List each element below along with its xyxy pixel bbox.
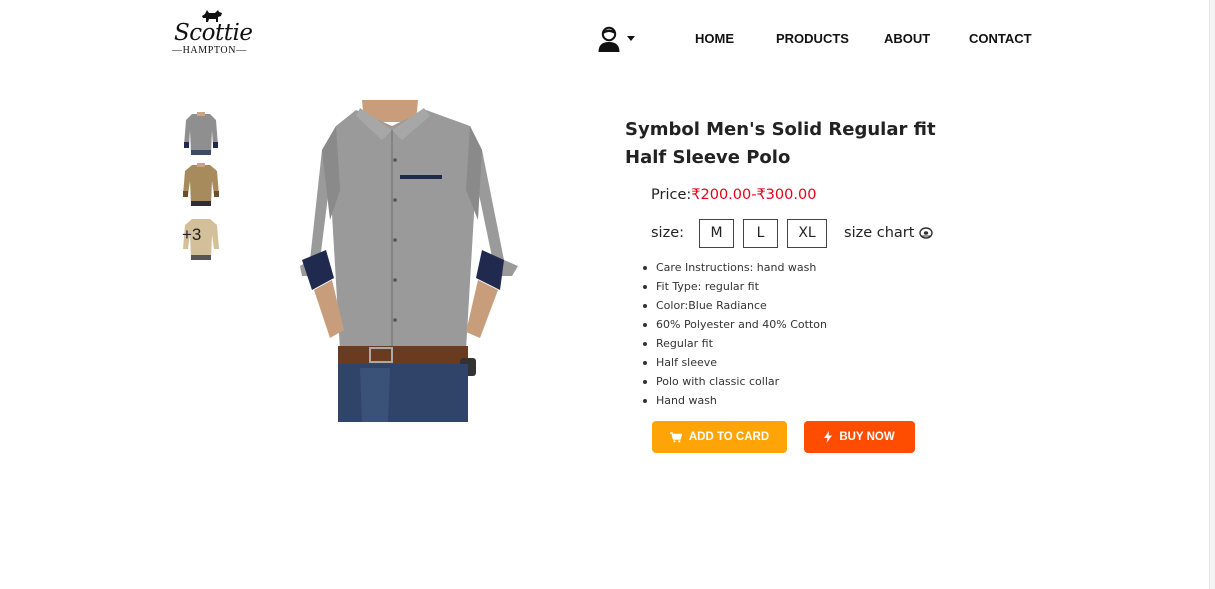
chevron-down-icon	[627, 36, 635, 41]
size-option-m[interactable]: M	[699, 218, 735, 248]
product-main-image[interactable]	[300, 100, 530, 422]
brand-script: Scottie	[174, 20, 253, 46]
lightning-bolt-icon	[824, 431, 833, 443]
brand-logo[interactable]: Scottie —HAMPTON—	[172, 8, 254, 58]
product-thumbnail-gray[interactable]	[180, 112, 222, 156]
size-label: size:	[651, 225, 685, 241]
feature-item: Hand wash	[641, 391, 827, 410]
nav-products[interactable]: PRODUCTS	[776, 31, 849, 46]
add-to-cart-button[interactable]: ADD TO CARD	[652, 421, 787, 453]
buy-now-button[interactable]: BUY NOW	[804, 421, 915, 453]
feature-item: Polo with classic collar	[641, 372, 827, 391]
brand-subtitle: —HAMPTON—	[172, 45, 247, 56]
feature-item: Fit Type: regular fit	[641, 277, 827, 296]
nav-contact[interactable]: CONTACT	[969, 31, 1032, 46]
feature-item: Regular fit	[641, 334, 827, 353]
feature-item: 60% Polyester and 40% Cotton	[641, 315, 827, 334]
buy-now-label: BUY NOW	[839, 431, 895, 443]
feature-item: Care Instructions: hand wash	[641, 258, 827, 277]
measuring-tape-icon	[919, 227, 934, 239]
feature-item: Half sleeve	[641, 353, 827, 372]
size-chart-label: size chart	[844, 225, 915, 241]
page-scrollbar[interactable]	[1209, 0, 1215, 589]
size-option-xl[interactable]: XL	[787, 218, 828, 248]
more-images-count: +3	[182, 225, 202, 244]
product-title: Symbol Men's Solid Regular fit Half Slee…	[625, 119, 936, 168]
product-thumbnail-khaki[interactable]	[180, 163, 222, 207]
size-chart-link[interactable]: size chart	[844, 225, 934, 241]
gray-shirt-model-image	[300, 100, 518, 422]
nav-home[interactable]: HOME	[695, 31, 734, 46]
size-option-l[interactable]: L	[743, 218, 779, 248]
price-value: ₹200.00-₹300.00	[691, 187, 817, 203]
gray-shirt-thumbnail-image	[184, 112, 218, 155]
feature-item: Color:Blue Radiance	[641, 296, 827, 315]
shopping-cart-icon	[669, 431, 682, 442]
khaki-shirt-thumbnail-image	[183, 163, 219, 206]
nav-about[interactable]: ABOUT	[884, 31, 930, 46]
product-features-list: Care Instructions: hand wash Fit Type: r…	[641, 258, 827, 410]
product-price: Price:₹200.00-₹300.00	[651, 187, 816, 203]
add-to-cart-label: ADD TO CARD	[688, 431, 770, 443]
price-label: Price:	[651, 187, 692, 203]
size-selector: size: M L XL size chart	[651, 218, 934, 248]
user-avatar-icon	[598, 26, 620, 52]
product-thumbnail-more[interactable]: +3	[180, 217, 222, 261]
user-menu-toggle[interactable]	[597, 26, 641, 54]
